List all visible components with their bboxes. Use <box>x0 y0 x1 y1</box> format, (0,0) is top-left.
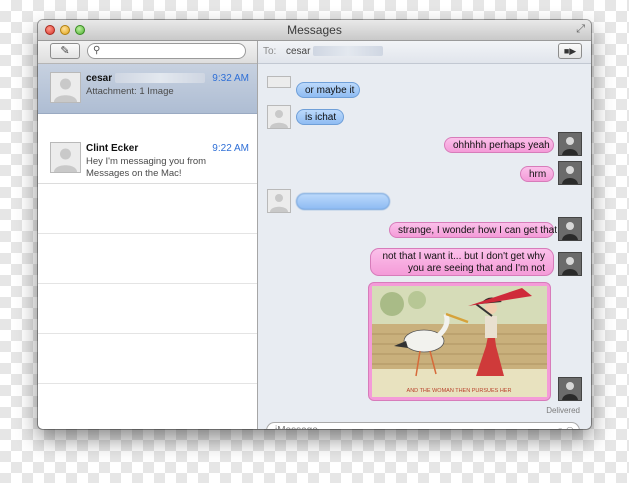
to-label: To: <box>263 46 277 57</box>
avatar <box>50 142 81 173</box>
avatar <box>50 72 81 103</box>
chat-pane: To: cesar ■▶ or maybe it is ichat ohhhhh… <box>258 41 591 429</box>
message-bubble-sent: not that I want it... but I don't get wh… <box>370 248 554 276</box>
contact-avatar <box>267 76 291 88</box>
message-bubble-received: is ichat <box>296 109 344 125</box>
conversation-preview: Hey I'm messaging you from Messages on t… <box>86 156 207 179</box>
conversation-time: 9:32 AM <box>212 73 249 84</box>
search-field[interactable]: ⚲ <box>87 43 246 59</box>
window-title: Messages <box>287 23 342 37</box>
empty-list-row <box>38 234 257 284</box>
message-field[interactable]: ▾ ☺ <box>266 422 580 429</box>
delivery-status: Delivered <box>546 406 580 415</box>
message-bubble-received <box>296 193 390 210</box>
empty-list-row <box>38 184 257 234</box>
message-input[interactable] <box>275 425 545 429</box>
messages-window: Messages ⤢ ✎ ⚲ cesar 9:32 AM Attachment:… <box>38 20 591 429</box>
video-camera-icon: ■▶ <box>563 46 577 56</box>
postcard-caption: AND THE WOMAN THEN PURSUES HER <box>407 388 512 394</box>
conversation-name: Clint Ecker <box>86 143 139 154</box>
image-attachment-message[interactable]: AND THE WOMAN THEN PURSUES HER <box>368 282 551 401</box>
empty-list-row <box>38 384 257 429</box>
contact-avatar <box>267 105 291 129</box>
postcard-image: AND THE WOMAN THEN PURSUES HER <box>372 286 547 397</box>
message-bubble-sent: ohhhhh perhaps yeah <box>444 137 554 153</box>
emoji-icon[interactable]: ☺ <box>564 423 576 429</box>
chevron-down-icon[interactable]: ▾ <box>558 425 562 429</box>
user-avatar <box>558 217 582 241</box>
contact-avatar <box>267 189 291 213</box>
chat-header: To: cesar ■▶ <box>258 41 591 64</box>
fullscreen-icon[interactable]: ⤢ <box>576 23 585 36</box>
conversation-item-clint-ecker[interactable]: Clint Ecker 9:22 AM Hey I'm messaging yo… <box>38 134 257 184</box>
video-call-button[interactable]: ■▶ <box>558 43 582 59</box>
user-avatar <box>558 161 582 185</box>
message-bubble-received: or maybe it <box>296 82 360 98</box>
user-avatar <box>558 252 582 276</box>
user-avatar <box>558 132 582 156</box>
conversation-name: cesar <box>86 73 205 84</box>
compose-button[interactable]: ✎ <box>50 43 80 59</box>
message-bubble-sent: strange, I wonder how I can get that <box>389 222 557 238</box>
recipient-name[interactable]: cesar <box>286 46 384 57</box>
empty-list-row <box>38 284 257 334</box>
search-input[interactable] <box>106 45 241 57</box>
message-bubble-sent: hrm <box>520 166 554 182</box>
conversation-preview: Attachment: 1 Image <box>86 86 174 97</box>
search-icon: ⚲ <box>93 45 101 56</box>
title-bar[interactable]: Messages ⤢ <box>38 20 591 41</box>
sidebar-toolbar: ✎ ⚲ <box>38 41 257 64</box>
conversation-sidebar: ✎ ⚲ cesar 9:32 AM Attachment: 1 Image Cl… <box>38 41 258 429</box>
user-avatar <box>558 377 582 401</box>
compose-icon: ✎ <box>60 45 70 57</box>
conversation-item-cesar[interactable]: cesar 9:32 AM Attachment: 1 Image <box>38 64 257 114</box>
conversation-time: 9:22 AM <box>212 143 249 154</box>
empty-list-row <box>38 334 257 384</box>
